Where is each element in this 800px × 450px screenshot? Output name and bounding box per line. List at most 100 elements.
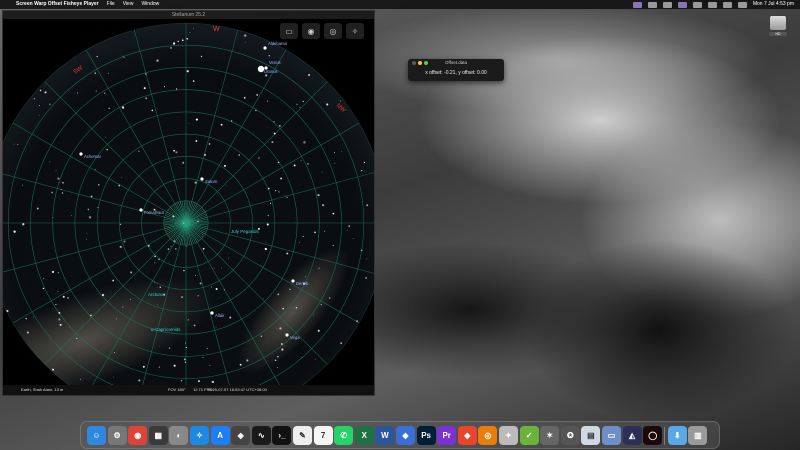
textedit-icon[interactable]: ✎ <box>293 426 312 445</box>
offset-titlebar[interactable]: Offset.data <box>408 59 504 67</box>
star <box>308 73 311 76</box>
star <box>52 217 54 219</box>
system-settings-icon[interactable]: ⚙ <box>107 426 127 445</box>
star <box>113 376 114 378</box>
minimize-button[interactable] <box>418 61 422 65</box>
fisheye-player-icon[interactable]: ◯ <box>643 426 663 445</box>
star-label[interactable]: Fomalhaut <box>144 210 165 215</box>
constellation-label[interactable]: Arcturus <box>148 292 166 297</box>
star <box>123 57 125 59</box>
star-label[interactable]: Deneb <box>296 281 309 286</box>
screen-app-icon[interactable]: ▭ <box>602 426 621 445</box>
star-1[interactable] <box>139 208 143 212</box>
bluetooth-icon[interactable] <box>692 1 702 8</box>
star <box>202 247 205 250</box>
finder-icon[interactable]: ☺ <box>87 426 106 445</box>
settings-tool-icon[interactable]: ◎ <box>324 23 342 39</box>
constellation-label[interactable]: July Pegasids <box>231 229 260 234</box>
whatsapp-icon[interactable]: ✆ <box>334 426 354 445</box>
star <box>159 286 161 288</box>
star-label[interactable]: Altair <box>215 313 225 318</box>
star-label[interactable]: Vega <box>290 335 300 340</box>
word-icon[interactable]: W <box>375 426 395 445</box>
control-center-icon[interactable] <box>737 1 747 8</box>
constellation-label[interactable]: α-Capricornids <box>151 327 181 332</box>
star-3[interactable] <box>291 279 295 283</box>
close-button[interactable] <box>412 61 416 65</box>
status-app-icon[interactable] <box>632 1 642 8</box>
app-icon-2[interactable]: ◆ <box>396 426 415 445</box>
zoom-button[interactable] <box>424 61 428 65</box>
star <box>181 296 184 298</box>
app-name-menu[interactable]: Screen Warp Offset Fisheye Player <box>16 0 99 9</box>
view-tool-icon[interactable]: ◉ <box>302 23 320 39</box>
hard-drive-icon[interactable]: HD <box>769 16 787 40</box>
trash-icon[interactable]: ▥ <box>688 426 708 445</box>
star <box>305 276 307 278</box>
menu-view[interactable]: View <box>123 0 134 9</box>
star <box>97 206 99 209</box>
star <box>321 203 325 207</box>
menu-clock[interactable]: Mon 7 Jul 4:53 pm <box>753 0 794 9</box>
app-icon-4[interactable]: ✓ <box>519 426 539 445</box>
star-2[interactable] <box>200 177 204 181</box>
screen-recording-icon[interactable] <box>677 1 687 8</box>
premiere-icon[interactable]: Pr <box>437 426 457 445</box>
star-8[interactable] <box>264 66 268 70</box>
app-icon[interactable]: ◈ <box>231 426 251 445</box>
trash-tool-icon[interactable]: ▭ <box>280 23 298 39</box>
app-icon-5[interactable]: ✶ <box>540 426 560 445</box>
stellarium-icon[interactable]: ◭ <box>622 426 642 445</box>
star-5[interactable] <box>285 333 289 337</box>
app-store-icon[interactable]: A <box>210 426 230 445</box>
downloads-folder-icon[interactable]: ⬇ <box>667 426 687 445</box>
offset-data-window[interactable]: Offset.data x offset: -0.21, y offset: 0… <box>408 59 504 81</box>
photoshop-icon[interactable]: Ps <box>416 426 436 445</box>
sky-view[interactable]: Achernar Fomalhaut Saturn Deneb Altair Vega Al… <box>3 11 375 396</box>
menu-window[interactable]: Window <box>141 0 159 9</box>
stellarium-window[interactable]: Stellarium 25.2 Achernar Fomalhaut Saturn D… <box>2 10 375 396</box>
anydesk-icon[interactable]: ◆ <box>457 426 477 445</box>
wifi-icon[interactable] <box>707 1 717 8</box>
star <box>300 159 302 161</box>
app-icon-3[interactable]: ✦ <box>499 426 518 445</box>
star <box>199 282 202 285</box>
star-label[interactable]: Achernar <box>84 154 102 159</box>
location-label[interactable]: Earth, Shah Alam, 13 m <box>21 385 63 395</box>
app-icon-6[interactable]: ✪ <box>560 426 580 445</box>
star-0[interactable] <box>79 152 83 156</box>
star <box>273 121 275 123</box>
star-label[interactable]: Uranus <box>264 69 278 74</box>
star-label[interactable]: Aldebaran <box>268 41 288 46</box>
star-4[interactable] <box>210 311 214 315</box>
star <box>55 304 57 306</box>
battery-icon[interactable] <box>647 1 657 8</box>
blender-icon[interactable]: ◎ <box>478 426 498 445</box>
star-label[interactable]: Saturn <box>205 179 218 184</box>
star-6[interactable] <box>263 46 267 50</box>
star <box>108 72 109 74</box>
star <box>122 306 124 308</box>
disk-utility-icon[interactable]: ◐ <box>169 426 189 445</box>
terminal-icon[interactable]: ›_ <box>272 426 292 445</box>
excel-icon[interactable]: X <box>354 426 374 445</box>
activity-monitor-icon[interactable]: ∿ <box>251 426 271 445</box>
search-icon[interactable] <box>722 1 732 8</box>
wrench-tool-icon[interactable]: ✧ <box>346 23 364 39</box>
calendar-icon[interactable]: 7 <box>313 426 333 445</box>
status-icon[interactable] <box>662 1 672 8</box>
star <box>264 247 267 251</box>
star <box>228 257 230 259</box>
chrome-icon[interactable]: ◉ <box>128 426 148 445</box>
star <box>307 163 309 165</box>
safari-icon[interactable]: ✧ <box>190 426 209 445</box>
star <box>112 279 115 282</box>
datetime-label[interactable]: 2025-07-07 16:53:47 UTC+08:00 <box>208 385 267 395</box>
star <box>172 42 176 45</box>
preview-icon[interactable]: ▤ <box>581 426 601 445</box>
star <box>187 319 189 321</box>
menu-file[interactable]: File <box>107 0 115 9</box>
star <box>208 143 211 145</box>
calculator-icon[interactable]: ▦ <box>148 426 168 445</box>
star-label[interactable]: Venus <box>269 60 281 65</box>
